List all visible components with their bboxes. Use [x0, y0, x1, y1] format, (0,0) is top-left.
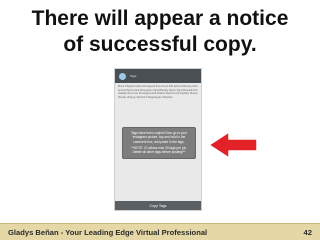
app-name: Tags — [130, 74, 137, 78]
slide: There will appear a notice of successful… — [0, 0, 320, 240]
copy-tags-button[interactable]: Copy Tags — [115, 201, 201, 210]
app-header: Tags — [115, 69, 201, 83]
title-line-1: There will appear a notice — [31, 7, 289, 30]
footer-bar: Gladys Beñan - Your Leading Edge Virtual… — [0, 223, 320, 240]
toast-message: Tags have been copied! Now go to your In… — [131, 131, 187, 144]
red-arrow-icon — [208, 131, 258, 159]
footer-text: Gladys Beñan - Your Leading Edge Virtual… — [8, 227, 208, 237]
copy-success-toast: Tags have been copied! Now go to your In… — [122, 127, 196, 159]
phone-screenshot: Tags #love #TagsForLikes #instagood #me … — [114, 68, 202, 211]
app-icon — [119, 72, 126, 80]
toast-note: **NOTE: IG allows max 30 tags per pic. D… — [131, 145, 187, 155]
tags-text: #love #TagsForLikes #instagood #me #cute… — [118, 85, 198, 99]
title-line-2: of successful copy. — [63, 33, 257, 56]
slide-title: There will appear a notice of successful… — [0, 6, 320, 58]
page-number: 42 — [303, 227, 312, 237]
